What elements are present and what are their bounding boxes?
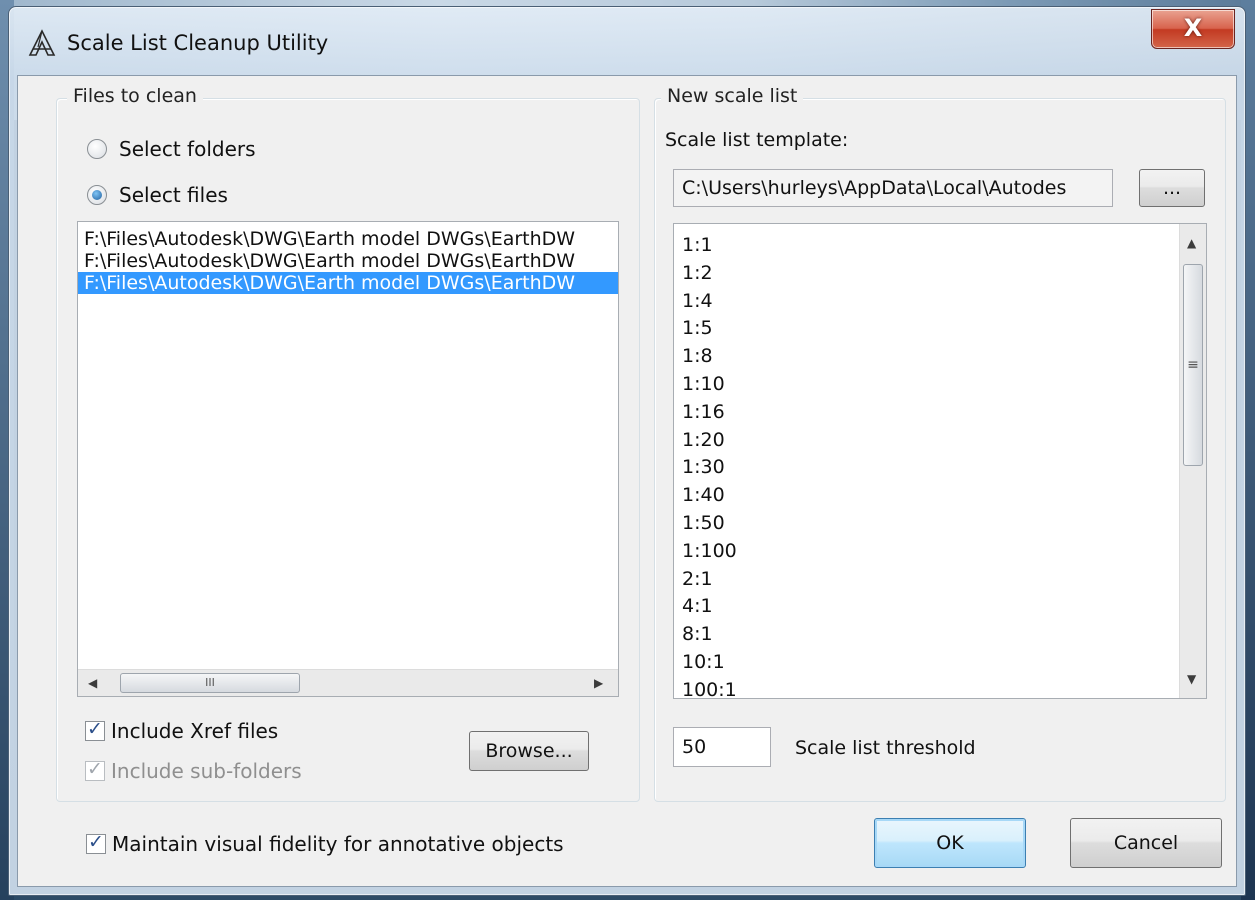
cancel-button[interactable]: Cancel: [1070, 818, 1222, 868]
template-browse-button[interactable]: ...: [1139, 169, 1205, 207]
browse-button[interactable]: Browse...: [469, 731, 589, 771]
scale-list-item[interactable]: 1:16: [674, 399, 1206, 427]
radio-button[interactable]: [87, 185, 107, 205]
scale-list-item[interactable]: 10:1: [674, 649, 1206, 677]
files-listbox[interactable]: F:\Files\Autodesk\DWG\Earth model DWGs\E…: [77, 221, 619, 697]
files-to-clean-group: Files to clean Select folders Select fil…: [56, 85, 640, 802]
scale-list-item[interactable]: 1:5: [674, 315, 1206, 343]
scale-list-item[interactable]: 1:4: [674, 288, 1206, 316]
scale-list-item[interactable]: 1:2: [674, 260, 1206, 288]
checkbox[interactable]: [86, 831, 106, 854]
scrollbar-thumb[interactable]: ≡: [1183, 264, 1203, 466]
select-files-label: Select files: [119, 183, 228, 207]
autocad-a-icon: [28, 29, 56, 56]
files-list: F:\Files\Autodesk\DWG\Earth model DWGs\E…: [78, 222, 618, 294]
scrollbar-thumb[interactable]: III: [120, 673, 300, 693]
scale-list-item[interactable]: 1:100: [674, 538, 1206, 566]
scale-list-item[interactable]: 1:10: [674, 371, 1206, 399]
maintain-fidelity-checkbox[interactable]: Maintain visual fidelity for annotative …: [86, 831, 564, 856]
threshold-input[interactable]: 50: [673, 727, 771, 767]
new-scale-list-legend: New scale list: [661, 85, 804, 107]
scale-list-item[interactable]: 1:8: [674, 343, 1206, 371]
arrow-right-icon[interactable]: ▶: [594, 676, 603, 690]
file-list-item[interactable]: F:\Files\Autodesk\DWG\Earth model DWGs\E…: [78, 272, 618, 294]
dialog-window: Scale List Cleanup Utility X Files to cl…: [8, 6, 1246, 896]
scale-list-item[interactable]: 8:1: [674, 621, 1206, 649]
close-button[interactable]: X: [1151, 9, 1235, 49]
threshold-label: Scale list threshold: [795, 737, 976, 759]
title-bar[interactable]: Scale List Cleanup Utility X: [9, 7, 1245, 75]
checkbox[interactable]: [85, 718, 105, 741]
scale-list-item[interactable]: 1:1: [674, 232, 1206, 260]
include-xref-checkbox[interactable]: Include Xref files: [85, 718, 279, 743]
scale-list-item[interactable]: 1:50: [674, 510, 1206, 538]
scales-listbox[interactable]: 1:1 1:2 1:4 1:5 1:8 1:10 1:16 1:20 1:30 1:40 1:50 1…: [673, 223, 1207, 699]
scales-vertical-scrollbar[interactable]: ▲ ≡ ▼: [1179, 224, 1206, 698]
include-xref-label: Include Xref files: [111, 719, 279, 743]
scale-list-item[interactable]: 4:1: [674, 593, 1206, 621]
scale-list-item[interactable]: 1:20: [674, 427, 1206, 455]
include-subfolders-checkbox[interactable]: Include sub-folders: [85, 758, 302, 783]
scale-list-item[interactable]: 1:30: [674, 454, 1206, 482]
template-path-field[interactable]: C:\Users\hurleys\AppData\Local\Autodes: [673, 169, 1113, 207]
select-folders-radio[interactable]: Select folders: [87, 137, 256, 161]
maintain-fidelity-label: Maintain visual fidelity for annotative …: [112, 832, 564, 856]
select-files-radio[interactable]: Select files: [87, 183, 228, 207]
scale-list-item[interactable]: 2:1: [674, 566, 1206, 594]
dialog-client-area: Files to clean Select folders Select fil…: [17, 75, 1237, 887]
radio-button[interactable]: [87, 139, 107, 159]
file-list-item[interactable]: F:\Files\Autodesk\DWG\Earth model DWGs\E…: [78, 228, 618, 250]
scale-list-item[interactable]: 1:40: [674, 482, 1206, 510]
scales-list: 1:1 1:2 1:4 1:5 1:8 1:10 1:16 1:20 1:30 1:40 1:50 1…: [674, 224, 1206, 698]
close-icon: X: [1183, 14, 1203, 42]
files-to-clean-legend: Files to clean: [67, 85, 203, 107]
arrow-up-icon[interactable]: ▲: [1187, 236, 1196, 250]
arrow-left-icon[interactable]: ◀: [88, 676, 97, 690]
files-horizontal-scrollbar[interactable]: ◀ III ▶: [78, 669, 618, 696]
checkbox[interactable]: [85, 758, 105, 781]
new-scale-list-group: New scale list Scale list template: C:\U…: [654, 85, 1226, 802]
arrow-down-icon[interactable]: ▼: [1187, 672, 1196, 686]
file-list-item[interactable]: F:\Files\Autodesk\DWG\Earth model DWGs\E…: [78, 250, 618, 272]
include-subfolders-label: Include sub-folders: [111, 759, 302, 783]
ok-button[interactable]: OK: [874, 818, 1026, 868]
window-title: Scale List Cleanup Utility: [67, 31, 329, 55]
select-folders-label: Select folders: [119, 137, 256, 161]
scale-list-item[interactable]: 100:1: [674, 677, 1206, 698]
scale-list-template-label: Scale list template:: [665, 129, 849, 151]
